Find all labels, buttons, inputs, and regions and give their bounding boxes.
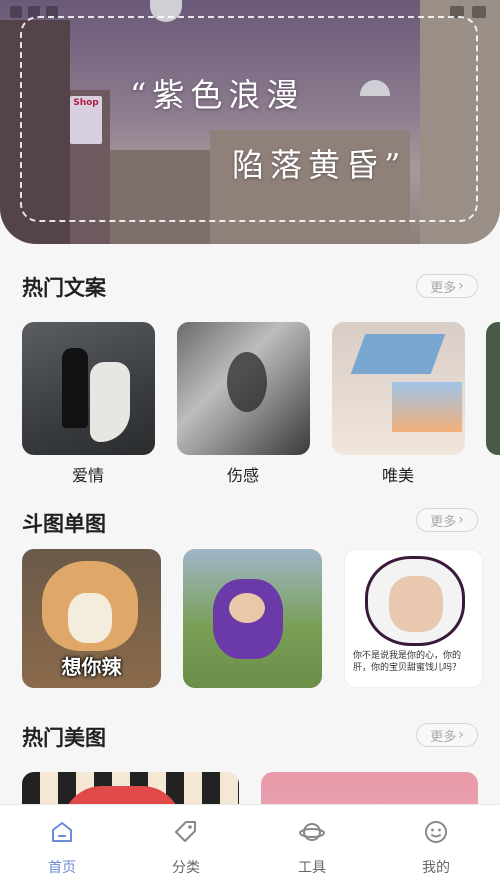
tab-mine[interactable]: 我的 [396, 819, 476, 877]
sunset-window [392, 382, 462, 432]
dashed-frame [20, 16, 478, 222]
couple-figure [62, 348, 88, 428]
home-icon [52, 822, 72, 842]
card-sad[interactable] [177, 322, 310, 455]
tag-icon [175, 821, 196, 842]
smile-icon [425, 821, 447, 843]
corgi-muzzle [68, 593, 112, 643]
skylight-window [350, 334, 446, 374]
card-love[interactable] [22, 322, 155, 455]
chevron-right-icon: › [458, 727, 464, 743]
chevron-right-icon: › [458, 512, 464, 528]
section-title-meme: 斗图单图 [22, 512, 106, 536]
hero-banner[interactable]: Shop “紫色浪漫 陷落黄昏” [0, 0, 500, 244]
more-label: 更多 [430, 514, 457, 530]
meme-caption: 想你辣 [61, 655, 122, 679]
more-label: 更多 [430, 729, 457, 745]
hero-text-line2: 陷落黄昏” [232, 146, 407, 184]
card-label-love: 爱情 [71, 466, 104, 485]
meme-teletubby[interactable] [183, 549, 322, 688]
card-label-aesthetic: 唯美 [381, 466, 414, 485]
more-button-hot-pictures[interactable]: 更多 › [416, 723, 478, 747]
teletubby-face [229, 593, 265, 623]
more-label: 更多 [430, 280, 457, 296]
tab-label: 分类 [172, 860, 200, 876]
hero-text-line1: “紫色浪漫 [130, 76, 305, 114]
bottom-tab-bar: 首页 分类 工具 我的 [0, 804, 500, 888]
section-title-hot-pictures: 热门美图 [22, 726, 106, 750]
more-button-hot-copy[interactable]: 更多 › [416, 274, 478, 298]
card-aesthetic[interactable] [332, 322, 465, 455]
tab-home[interactable]: 首页 [22, 819, 102, 877]
tab-tools[interactable]: 工具 [272, 819, 352, 877]
more-button-meme[interactable]: 更多 › [416, 508, 478, 532]
bride-figure [90, 362, 130, 442]
planet-icon [299, 823, 325, 841]
panda-face [389, 576, 443, 632]
card-partial[interactable] [486, 322, 500, 455]
tab-label: 我的 [422, 860, 450, 876]
chevron-right-icon: › [458, 278, 464, 294]
meme-caption: 你不是说我是你的心，你的肝，你的宝贝甜蜜饯儿吗？ [353, 651, 462, 673]
tab-label: 首页 [48, 860, 76, 876]
meme-corgi[interactable]: 想你辣 [22, 549, 161, 688]
shadow-figure [227, 352, 267, 412]
tab-category[interactable]: 分类 [146, 819, 226, 877]
section-title-hot-copy: 热门文案 [22, 276, 106, 300]
tab-label: 工具 [298, 860, 326, 876]
card-label-sad: 伤感 [226, 466, 259, 485]
meme-panda[interactable]: 你不是说我是你的心，你的肝，你的宝贝甜蜜饯儿吗？ [344, 549, 483, 688]
